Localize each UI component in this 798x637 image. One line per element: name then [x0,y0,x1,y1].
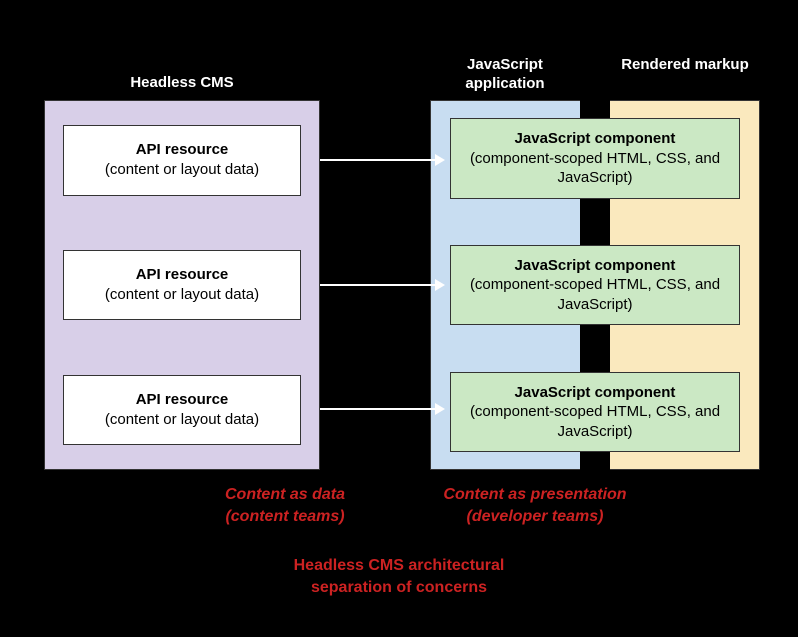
js-component-title: JavaScript component [457,256,733,276]
components-overlay: JavaScript component (component-scoped H… [430,100,760,470]
js-component-sub: (component-scoped HTML, CSS, and JavaScr… [457,402,733,441]
api-resource-box: API resource (content or layout data) [63,125,301,196]
diagram-canvas: Headless CMS JavaScript application Rend… [0,0,798,637]
api-resource-box: API resource (content or layout data) [63,375,301,446]
arrow-line [320,159,435,161]
js-component-sub: (component-scoped HTML, CSS, and JavaScr… [457,149,733,188]
api-resource-title: API resource [72,140,292,160]
caption-title: Headless CMS architecturalseparation of … [0,555,798,598]
arrow-head-icon [435,154,445,166]
cms-panel: API resource (content or layout data) AP… [44,100,320,470]
js-component-box: JavaScript component (component-scoped H… [450,372,740,453]
api-resource-sub: (content or layout data) [72,410,292,430]
api-resource-sub: (content or layout data) [72,285,292,305]
js-component-title: JavaScript component [457,383,733,403]
api-resource-sub: (content or layout data) [72,160,292,180]
js-component-title: JavaScript component [457,129,733,149]
api-resource-title: API resource [72,265,292,285]
caption-content-as-presentation: Content as presentation(developer teams) [420,484,650,527]
js-component-sub: (component-scoped HTML, CSS, and JavaScr… [457,275,733,314]
js-app-heading: JavaScript application [430,56,580,94]
js-component-box: JavaScript component (component-scoped H… [450,245,740,326]
cms-heading: Headless CMS [44,74,320,91]
arrow-line [320,284,435,286]
arrow-line [320,408,435,410]
api-resource-title: API resource [72,390,292,410]
caption-content-as-data: Content as data(content teams) [170,484,400,527]
api-resource-box: API resource (content or layout data) [63,250,301,321]
arrow-head-icon [435,279,445,291]
markup-heading: Rendered markup [610,56,760,75]
js-component-box: JavaScript component (component-scoped H… [450,118,740,199]
arrow-head-icon [435,403,445,415]
